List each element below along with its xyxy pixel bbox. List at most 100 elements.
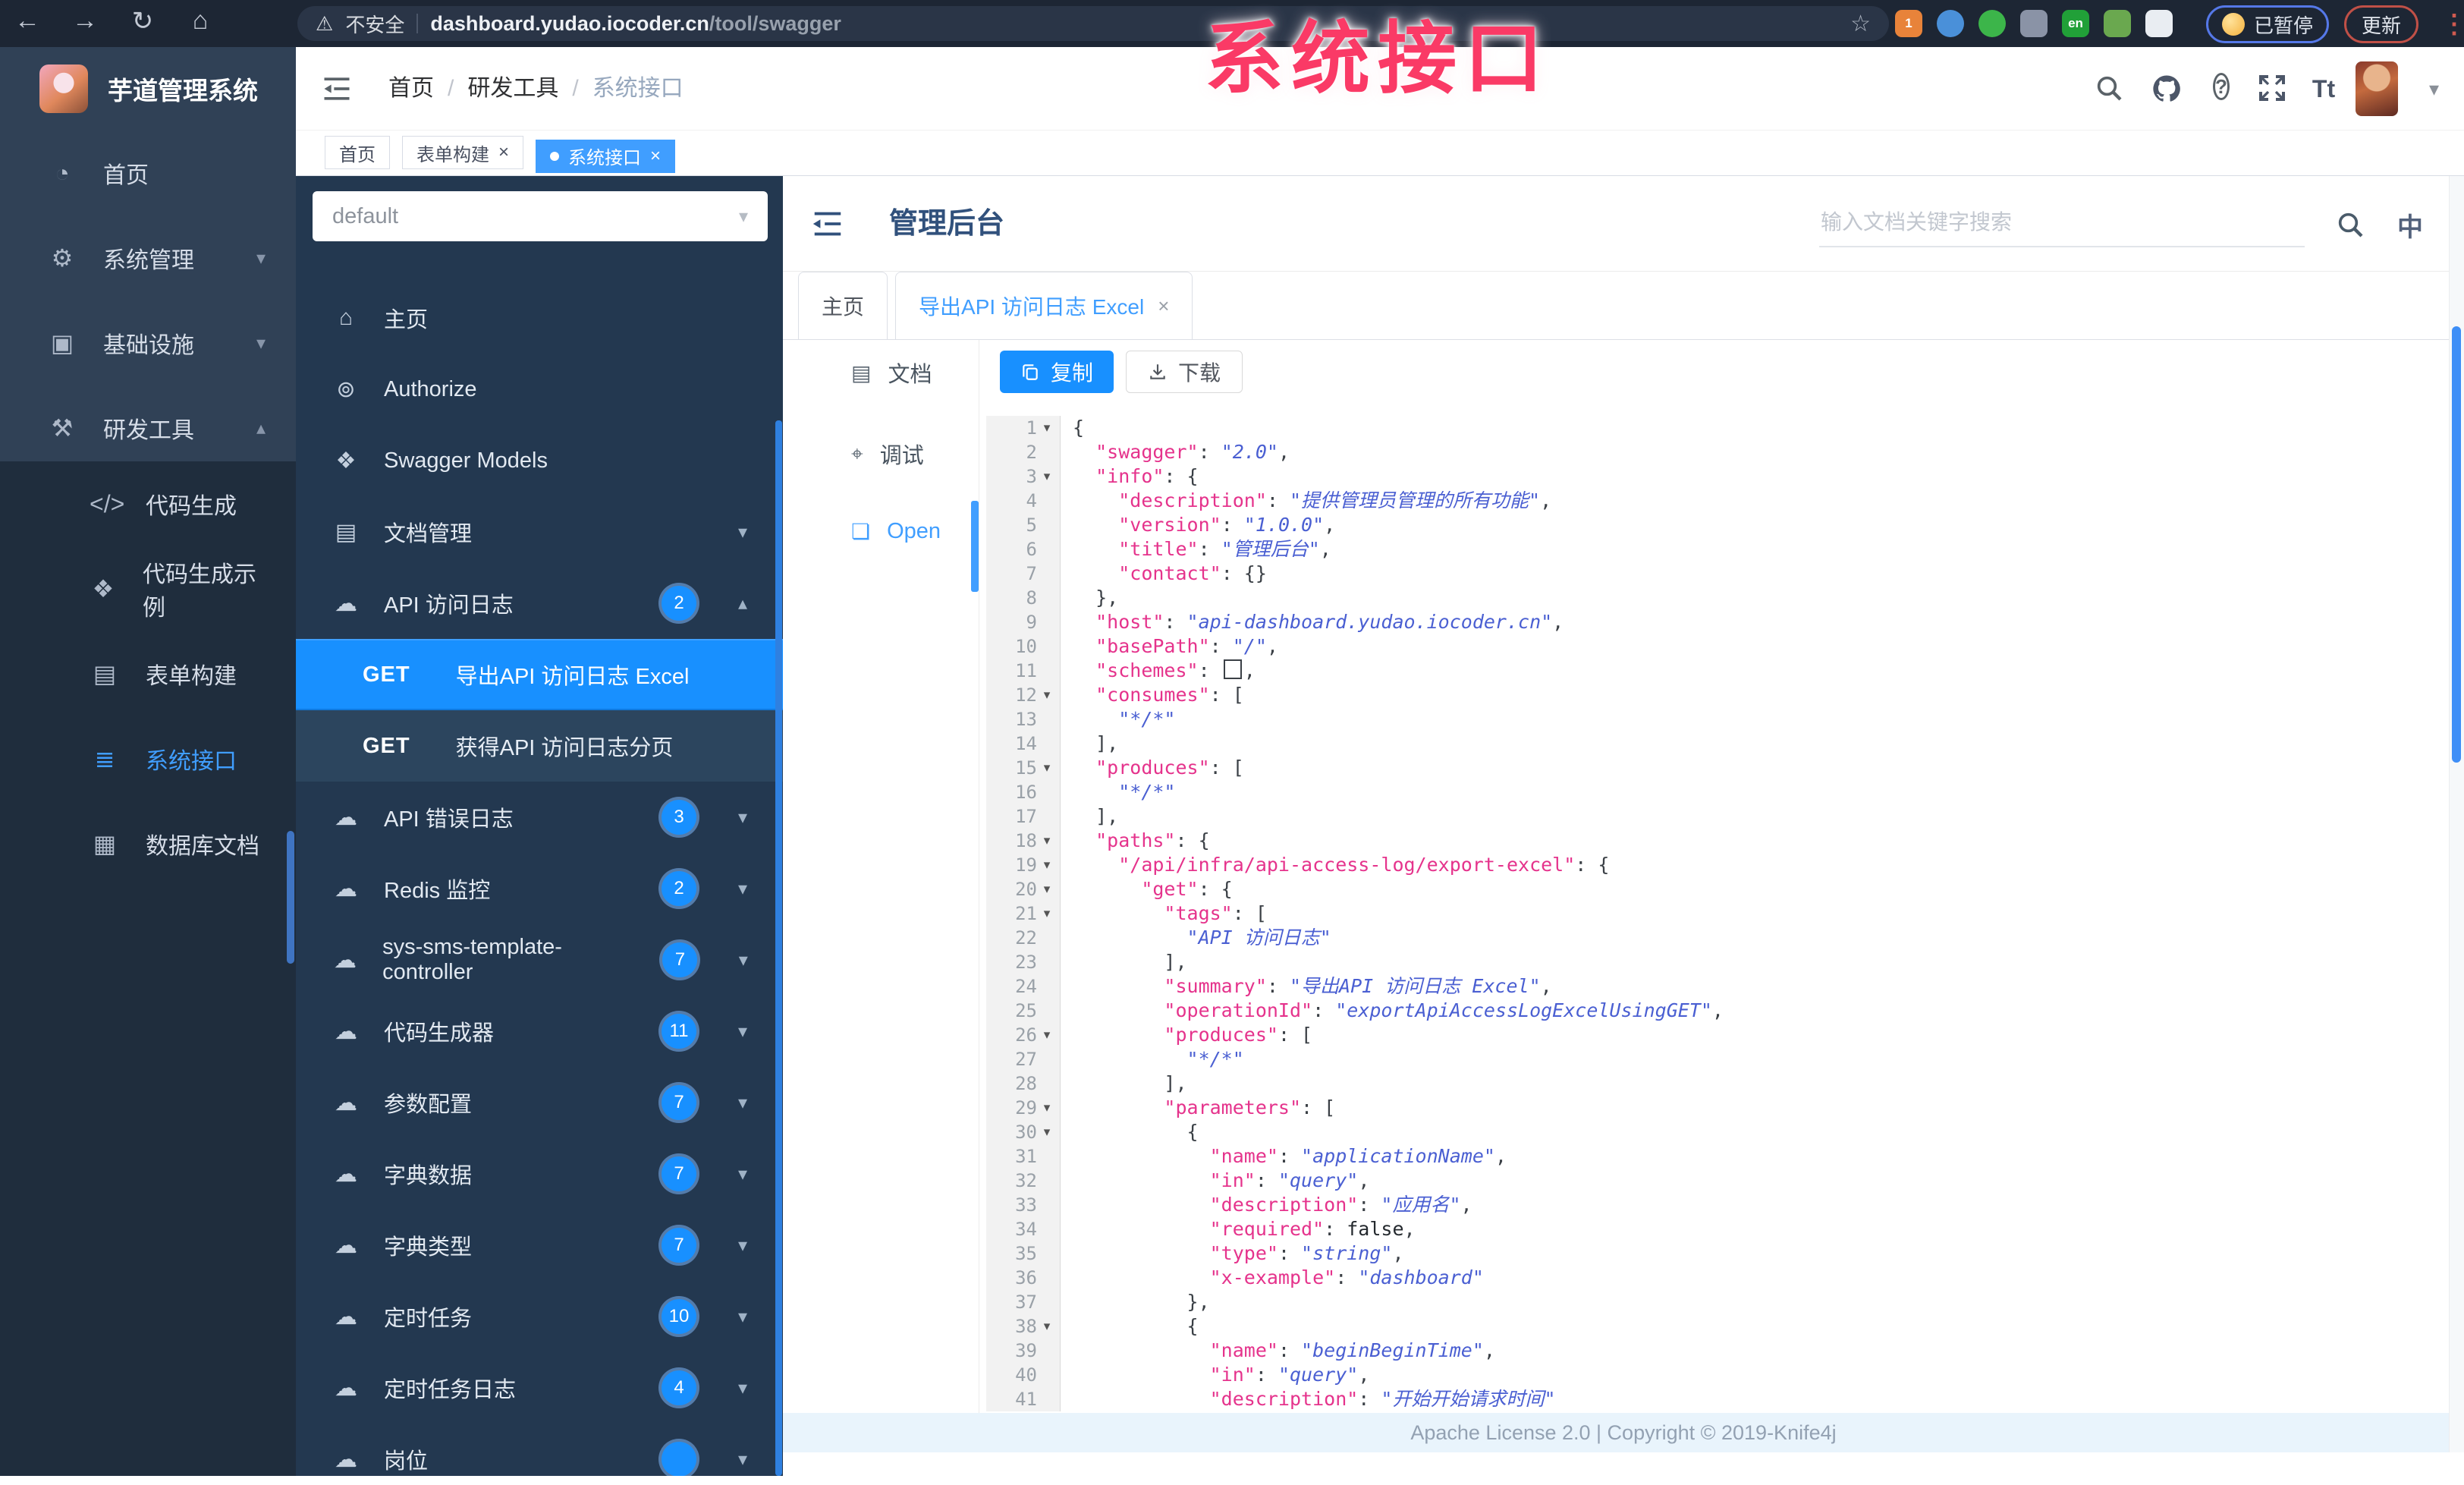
sidebar-subitem[interactable]: ≣ 系统接口 [0, 716, 296, 801]
swagger-menu-item[interactable]: ☁ 字典数据 7 ▾ [296, 1138, 783, 1210]
count-badge: 7 [662, 942, 698, 977]
extension-drop-icon[interactable] [1937, 10, 1964, 37]
swagger-menu-item[interactable]: ☁ sys-sms-template-controller 7 ▾ [296, 924, 783, 996]
menu-fold-icon[interactable] [320, 72, 354, 105]
tag-view[interactable]: 系统接口 × [536, 139, 676, 173]
sidebar-item[interactable]: ◔ 首页 [0, 131, 296, 216]
fold-icon[interactable]: ▾ [1037, 760, 1057, 776]
font-size-icon[interactable]: Tt [2306, 73, 2341, 105]
doc-side-tab-1[interactable]: ▤ 文档 [851, 357, 932, 389]
doc-search-field[interactable] [1819, 197, 2308, 247]
extension-leaf-icon[interactable] [2104, 10, 2131, 37]
github-icon[interactable] [2151, 73, 2186, 105]
dashboard-icon: ◔ [55, 159, 70, 187]
fold-icon[interactable]: ▾ [1037, 687, 1057, 703]
sidebar-scrollbar-thumb[interactable] [287, 831, 294, 964]
sidebar-item[interactable]: ⚙ 系统管理 ▾ [0, 216, 296, 300]
page-scrollbar-thumb[interactable] [2452, 326, 2461, 763]
swagger-menu-item[interactable]: ☁ API 错误日志 3 ▾ [296, 782, 783, 853]
fold-icon[interactable]: ▾ [1037, 882, 1057, 897]
extension-puzzle-icon[interactable] [2020, 10, 2048, 37]
breadcrumb-item[interactable]: 系统接口 [592, 76, 684, 101]
swagger-menu-item[interactable]: ▤ 文档管理 ▾ [296, 496, 783, 568]
swagger-group-select[interactable]: default ▾ [313, 191, 768, 241]
code-editor[interactable]: { "swagger": "2.0", "info": { "descripti… [1073, 416, 2434, 1411]
doc-search-input[interactable] [1819, 197, 2308, 247]
fold-icon[interactable]: ▾ [1037, 833, 1057, 848]
user-menu-caret-icon[interactable]: ▾ [2429, 77, 2439, 101]
browser-home-icon[interactable]: ⌂ [184, 6, 217, 36]
swagger-menu-item[interactable]: ☁ API 访问日志 2 ▴ [296, 568, 783, 639]
chevron-down-icon: ▾ [738, 949, 748, 971]
swagger-menu-item[interactable]: ⊚ Authorize [296, 354, 783, 425]
tag-view-label: 表单构建 [416, 144, 489, 165]
browser-reload-icon[interactable]: ↻ [126, 6, 159, 36]
fullscreen-icon[interactable] [2257, 73, 2292, 105]
close-icon[interactable]: × [1158, 294, 1169, 318]
panel-collapse-icon[interactable] [810, 206, 845, 241]
sidebar-subitem[interactable]: ▦ 数据库文档 [0, 801, 296, 886]
fold-icon[interactable]: ▾ [1037, 906, 1057, 921]
browser-menu-icon[interactable]: ⋮ [2441, 9, 2464, 39]
swagger-menu-item[interactable]: ☁ 代码生成器 11 ▾ [296, 996, 783, 1067]
browser-address-bar[interactable]: ⚠ 不安全 dashboard.yudao.iocoder.cn/tool/sw… [297, 6, 1889, 41]
code-line: "x-example": "dashboard" [1209, 1266, 1484, 1288]
sidebar-item[interactable]: ⚒ 研发工具 ▴ [0, 385, 296, 470]
sidebar-subitem[interactable]: ▤ 表单构建 [0, 631, 296, 716]
copy-button[interactable]: 复制 [1000, 351, 1114, 393]
breadcrumb-item[interactable]: 研发工具 [467, 76, 558, 101]
browser-update-button[interactable]: 更新 [2344, 5, 2419, 43]
doc-side-tab-3[interactable]: ❏ Open [851, 519, 941, 544]
sidebar-subitem[interactable]: </> 代码生成 [0, 461, 296, 546]
gutter-line: 31 [986, 1144, 1060, 1169]
doc-search-icon[interactable] [2335, 209, 2365, 240]
swagger-menu-item[interactable]: ☁ 定时任务日志 4 ▾ [296, 1352, 783, 1424]
doc-side-tab-2[interactable]: ⌖ 调试 [851, 438, 924, 470]
fold-icon[interactable]: ▾ [1037, 420, 1057, 436]
sidebar-subitem[interactable]: ❖ 代码生成示例 [0, 546, 296, 631]
download-button[interactable]: 下载 [1126, 351, 1243, 393]
doc-tab[interactable]: 导出API 访问日志 Excel × [895, 272, 1193, 339]
sidebar-item[interactable]: ▣ 基础设施 ▾ [0, 300, 296, 385]
gutter-line: 18 ▾ [986, 829, 1060, 853]
fold-icon[interactable]: ▾ [1037, 1100, 1057, 1115]
gutter-line: 38 ▾ [986, 1314, 1060, 1339]
profile-paused-badge[interactable]: 已暂停 [2206, 5, 2330, 43]
swagger-menu-item[interactable]: ☁ Redis 监控 2 ▾ [296, 853, 783, 924]
line-number: 34 [1015, 1219, 1037, 1240]
chevron-up-icon: ▴ [737, 593, 748, 614]
breadcrumb-item[interactable]: 首页 [388, 76, 434, 101]
fold-icon[interactable]: ▾ [1037, 1125, 1057, 1140]
extension-green-circle-icon[interactable] [1978, 10, 2006, 37]
fold-icon[interactable]: ▾ [1037, 469, 1057, 484]
help-icon[interactable]: ? [2204, 73, 2239, 105]
fold-icon[interactable]: ▾ [1037, 1027, 1057, 1043]
swagger-operation[interactable]: GET 导出API 访问日志 Excel [296, 639, 783, 710]
bookmark-star-icon[interactable]: ☆ [1850, 11, 1871, 37]
extension-paw-icon[interactable] [2145, 10, 2173, 37]
tag-view[interactable]: 表单构建 × [402, 136, 524, 169]
swagger-menu-item[interactable]: ☁ 岗位 ▾ [296, 1424, 783, 1476]
close-icon[interactable]: × [498, 143, 509, 162]
extension-en-icon[interactable]: en [2062, 10, 2089, 37]
swagger-menu-item[interactable]: ☁ 参数配置 7 ▾ [296, 1067, 783, 1138]
chevron-down-icon: ▾ [737, 1021, 748, 1042]
user-avatar[interactable] [2356, 61, 2398, 116]
swagger-menu-item[interactable]: ☁ 字典类型 7 ▾ [296, 1210, 783, 1281]
swagger-panel-scrollbar-thumb[interactable] [775, 420, 782, 1476]
doc-tab[interactable]: 主页 [798, 272, 888, 339]
language-icon[interactable]: 中 [2397, 206, 2423, 244]
search-icon[interactable] [2094, 73, 2129, 105]
extension-orange-icon[interactable]: 1 [1895, 10, 1922, 37]
fold-icon[interactable]: ▾ [1037, 857, 1057, 873]
tag-view[interactable]: 首页 [325, 136, 390, 169]
browser-back-icon[interactable]: ← [11, 6, 44, 36]
swagger-operation[interactable]: GET 获得API 访问日志分页 [296, 710, 783, 782]
close-icon[interactable]: × [650, 146, 661, 165]
swagger-menu-item[interactable]: ❖ Swagger Models [296, 425, 783, 496]
gutter-line: 6 [986, 537, 1060, 562]
swagger-menu-item[interactable]: ⌂ 主页 [296, 282, 783, 354]
fold-icon[interactable]: ▾ [1037, 1319, 1057, 1334]
swagger-menu-item[interactable]: ☁ 定时任务 10 ▾ [296, 1281, 783, 1352]
browser-forward-icon[interactable]: → [68, 6, 102, 36]
